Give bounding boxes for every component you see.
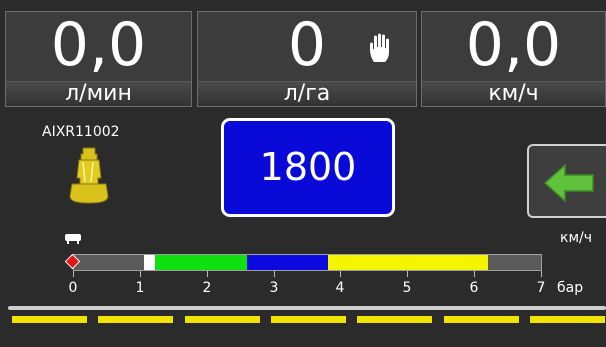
boom-section[interactable] [185, 316, 260, 323]
boom-line [8, 306, 606, 310]
back-button[interactable] [527, 144, 606, 218]
boom-section[interactable] [12, 316, 87, 323]
pressure-tick-label: 2 [202, 280, 212, 296]
pressure-segment [155, 255, 248, 270]
pressure-gauge-bar [73, 254, 542, 271]
pressure-tick [274, 271, 275, 277]
pressure-tick-label: 5 [402, 280, 412, 296]
pressure-segment [487, 255, 541, 270]
boom-section[interactable] [444, 316, 519, 323]
pressure-tick [541, 271, 542, 277]
boom-section[interactable] [98, 316, 173, 323]
pressure-tick-label: 3 [269, 280, 279, 296]
boom-section[interactable] [530, 316, 605, 323]
pressure-tick [73, 271, 74, 277]
pressure-tick [474, 271, 475, 277]
flow-rate-unit: л/мин [6, 81, 191, 106]
speed-value: 0,0 [465, 10, 562, 80]
pressure-tick-label: 1 [135, 280, 145, 296]
boom-section[interactable] [357, 316, 432, 323]
application-rate-unit: л/га [198, 81, 416, 106]
pressure-tick-label: 4 [335, 280, 345, 296]
boom-section[interactable] [271, 316, 346, 323]
pressure-tick-label: 6 [469, 280, 479, 296]
pressure-tick [207, 271, 208, 277]
pressure-segment [74, 255, 145, 270]
flow-rate-value: 0,0 [50, 10, 147, 80]
flow-rate-tile[interactable]: 0,0 л/мин [5, 10, 192, 107]
arrow-left-icon [543, 163, 594, 203]
pressure-tick [407, 271, 408, 277]
speed-unit: км/ч [422, 81, 605, 106]
pressure-segment [327, 255, 488, 270]
pressure-segment [247, 255, 328, 270]
pressure-unit: бар [557, 280, 584, 296]
pressure-tick [140, 271, 141, 277]
nozzle-label: AIXR11002 [42, 124, 120, 140]
application-rate-tile[interactable]: 0 л/га [197, 10, 417, 107]
speed-tile[interactable]: 0,0 км/ч [421, 10, 606, 107]
pressure-segment [144, 255, 156, 270]
hand-icon [370, 33, 389, 62]
target-rate-button[interactable]: 1800 [221, 118, 395, 217]
sprayer-icon [65, 234, 81, 244]
nozzle-icon[interactable] [68, 146, 110, 204]
pressure-tick [340, 271, 341, 277]
gauge-speed-unit: км/ч [560, 230, 593, 246]
pressure-tick-label: 0 [68, 280, 78, 296]
pressure-tick-label: 7 [536, 280, 546, 296]
